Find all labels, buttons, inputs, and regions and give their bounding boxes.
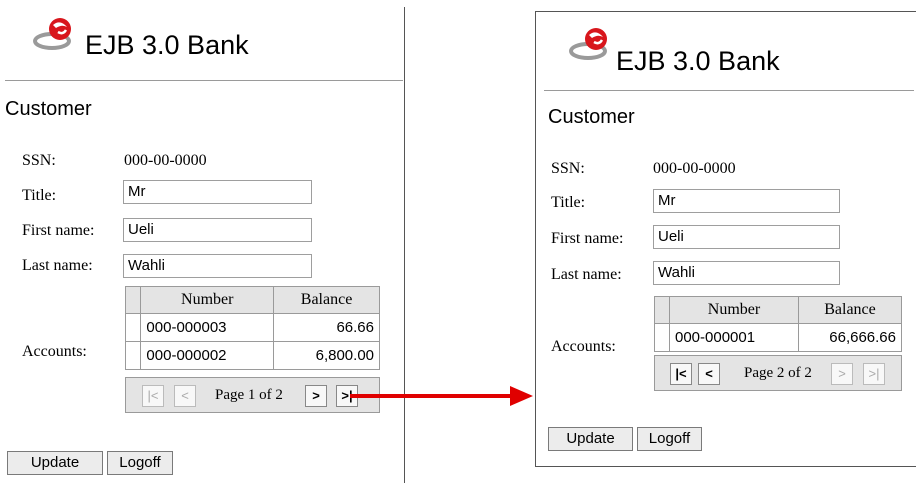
account-number-cell: 000-000003: [140, 313, 275, 342]
table-header-row: Number Balance: [124, 286, 380, 314]
account-balance-cell: 6,800.00: [273, 341, 380, 370]
accounts-table: Number Balance 000-000003 66.66 000-0000…: [124, 286, 380, 370]
row-selector[interactable]: [124, 313, 142, 342]
account-balance-cell: 66,666.66: [798, 323, 902, 352]
update-button[interactable]: Update: [7, 451, 103, 475]
ssn-label: SSN:: [551, 160, 585, 177]
last-name-field[interactable]: Wahli: [123, 254, 312, 278]
logo-icon: [569, 28, 607, 60]
row-selector[interactable]: [124, 341, 142, 370]
logoff-button[interactable]: Logoff: [637, 427, 702, 451]
page-heading: Customer: [5, 98, 92, 120]
arrow-right-icon: [350, 386, 533, 406]
ssn-value: 000-00-0000: [124, 152, 207, 169]
next-page-button[interactable]: >: [305, 385, 327, 407]
next-page-button[interactable]: >: [831, 363, 853, 385]
first-page-button[interactable]: |<: [670, 363, 692, 385]
balance-column-header[interactable]: Balance: [273, 286, 380, 314]
accounts-table: Number Balance 000-000001 66,666.66: [654, 296, 902, 352]
account-balance-cell: 66.66: [273, 313, 380, 342]
first-name-label: First name:: [551, 230, 624, 247]
table-pager: |< < Page 1 of 2 > >|: [125, 377, 380, 413]
update-button[interactable]: Update: [548, 427, 633, 451]
prev-page-button[interactable]: <: [698, 363, 720, 385]
first-name-field[interactable]: Ueli: [123, 218, 312, 242]
last-name-label: Last name:: [551, 266, 622, 283]
first-name-label: First name:: [22, 222, 95, 239]
accounts-label: Accounts:: [551, 338, 616, 355]
ssn-label: SSN:: [22, 152, 56, 169]
table-row[interactable]: 000-000003 66.66: [124, 313, 380, 342]
table-row[interactable]: 000-000001 66,666.66: [654, 323, 902, 352]
logoff-button[interactable]: Logoff: [107, 451, 173, 475]
table-pager: |< < Page 2 of 2 > >|: [654, 355, 902, 391]
row-selector[interactable]: [654, 323, 670, 352]
app-title: EJB 3.0 Bank: [616, 46, 780, 76]
account-number-cell: 000-000002: [140, 341, 275, 370]
title-label: Title:: [551, 194, 586, 211]
balance-column-header[interactable]: Balance: [798, 296, 902, 324]
last-page-button[interactable]: >|: [863, 363, 885, 385]
pager-status: Page 1 of 2: [215, 387, 283, 403]
page-heading: Customer: [548, 106, 635, 128]
logo-icon: [33, 18, 71, 50]
pager-status: Page 2 of 2: [744, 365, 812, 381]
select-column-header: [124, 286, 142, 314]
title-field[interactable]: Mr: [653, 189, 840, 213]
prev-page-button[interactable]: <: [174, 385, 196, 407]
accounts-label: Accounts:: [22, 343, 87, 360]
header-divider: [544, 90, 914, 91]
table-header-row: Number Balance: [654, 296, 902, 324]
select-column-header: [654, 296, 670, 324]
number-column-header[interactable]: Number: [140, 286, 275, 314]
app-title: EJB 3.0 Bank: [85, 30, 249, 60]
customer-page-1: EJB 3.0 Bank Customer SSN: 000-00-0000 T…: [0, 7, 405, 483]
last-name-field[interactable]: Wahli: [653, 261, 840, 285]
table-row[interactable]: 000-000002 6,800.00: [124, 341, 380, 370]
first-page-button[interactable]: |<: [142, 385, 164, 407]
number-column-header[interactable]: Number: [669, 296, 799, 324]
customer-page-2: EJB 3.0 Bank Customer SSN: 000-00-0000 T…: [535, 11, 916, 467]
account-number-cell: 000-000001: [669, 323, 799, 352]
header-divider: [5, 80, 403, 81]
ssn-value: 000-00-0000: [653, 160, 736, 177]
title-field[interactable]: Mr: [123, 180, 312, 204]
last-name-label: Last name:: [22, 257, 93, 274]
first-name-field[interactable]: Ueli: [653, 225, 840, 249]
title-label: Title:: [22, 187, 57, 204]
